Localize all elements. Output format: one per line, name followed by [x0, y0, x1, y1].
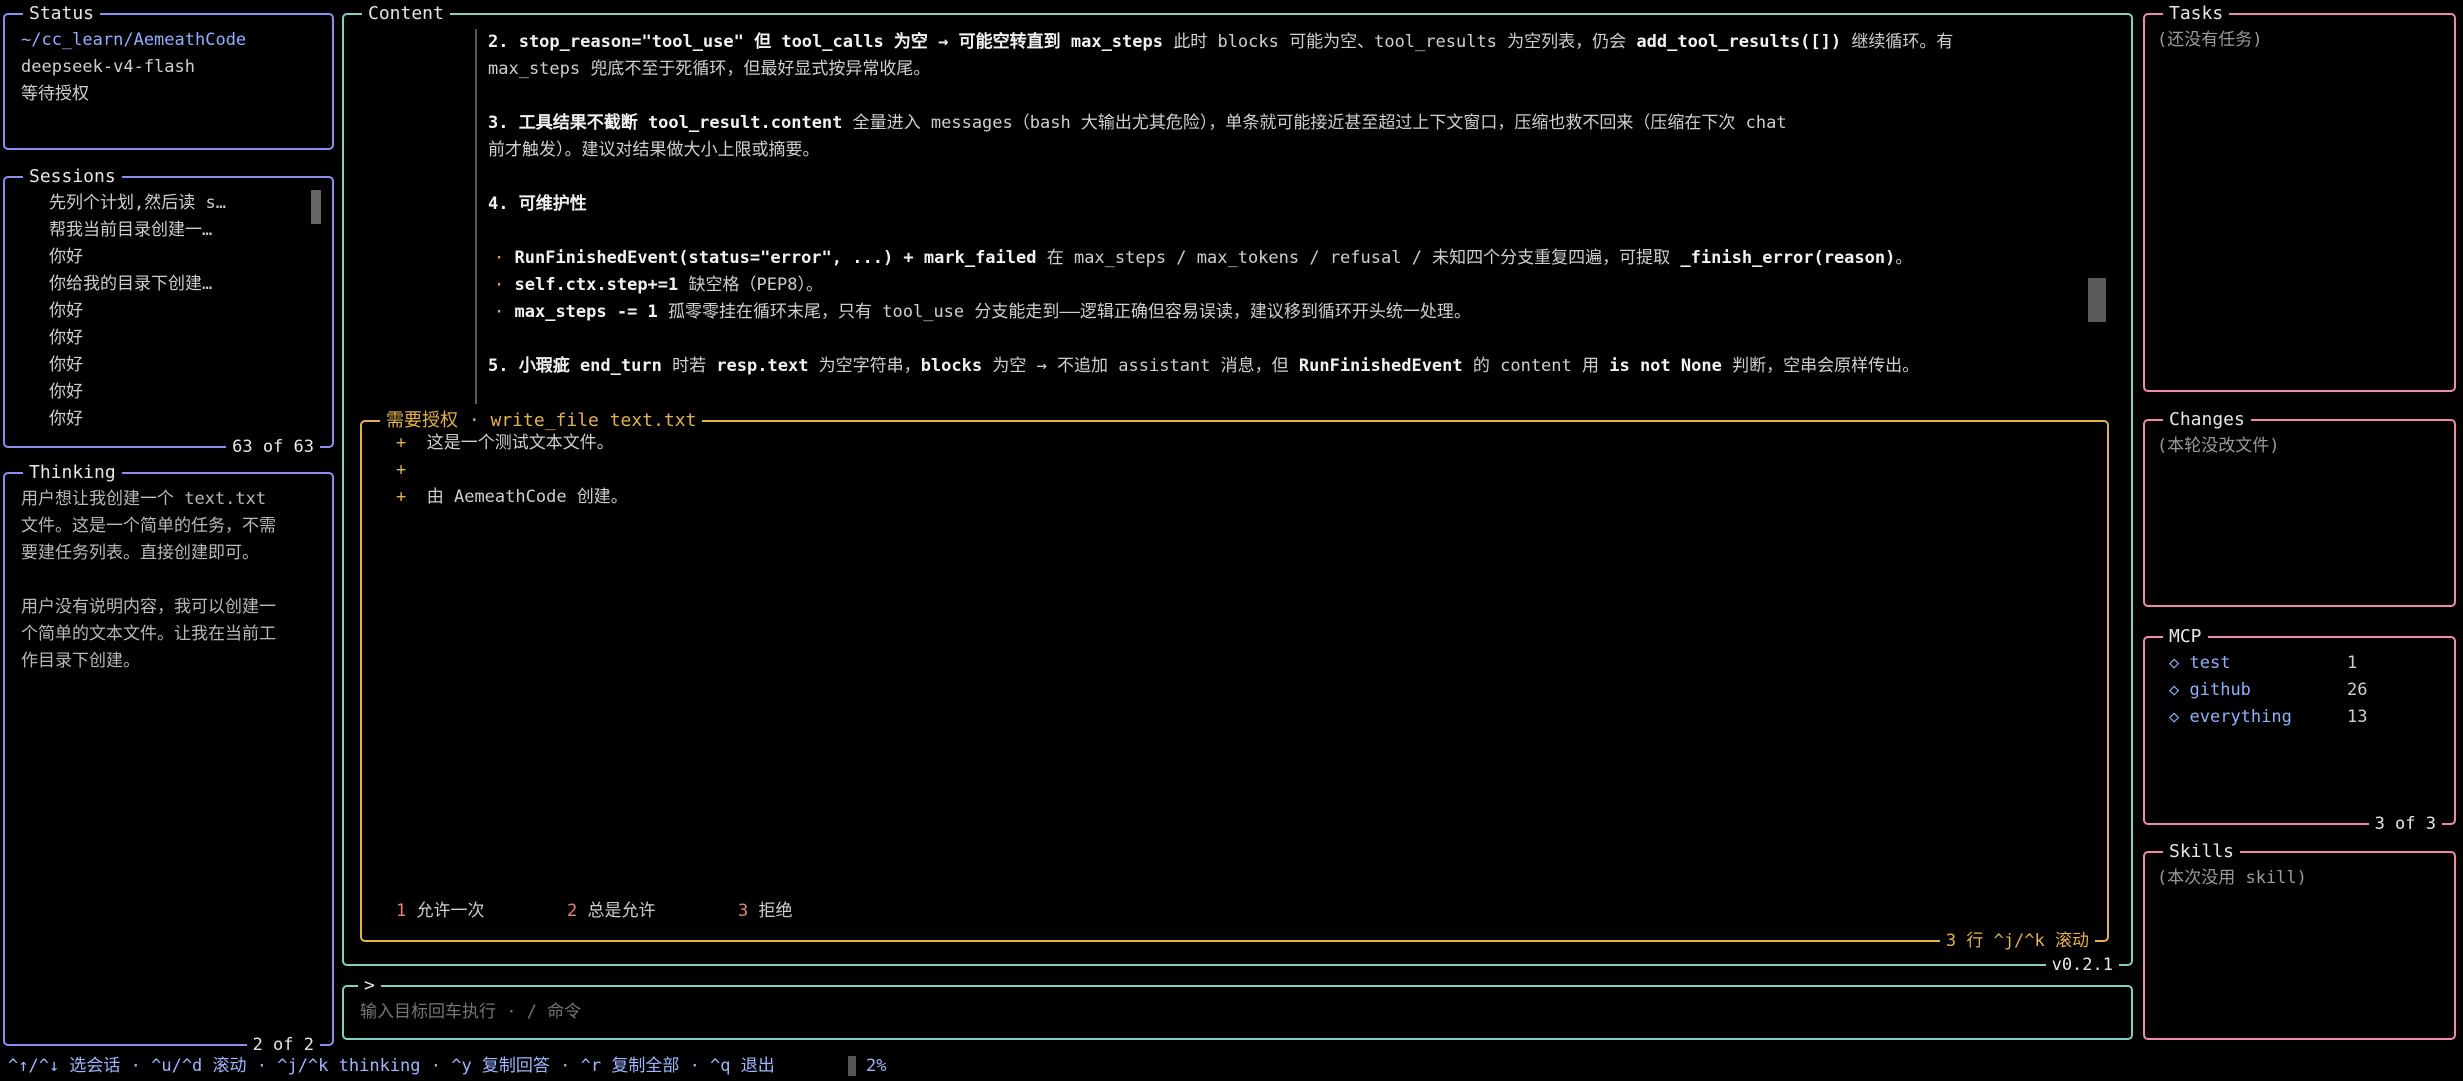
session-item[interactable]: 先列个计划,然后读 s…	[49, 190, 226, 217]
diff-line: +	[396, 460, 407, 480]
content-heading: 4. 可维护性	[488, 194, 587, 214]
mcp-item-count: 26	[2347, 680, 2368, 700]
auth-footer: 3 行 ^j/^k 滚动	[1939, 928, 2095, 955]
sessions-scrollbar[interactable]	[311, 190, 321, 224]
session-item[interactable]: 你好	[49, 406, 83, 433]
content-scrollbar[interactable]	[2088, 278, 2106, 322]
status-panel: Status ~/cc_learn/AemeathCode deepseek-v…	[3, 0, 334, 150]
sessions-title: Sessions	[23, 163, 122, 190]
deny-option[interactable]: 3 拒绝	[738, 898, 793, 925]
thinking-line: 要建任务列表。直接创建即可。	[21, 543, 259, 563]
mcp-item[interactable]: ◇ test	[2169, 650, 2230, 677]
tasks-empty: (还没有任务)	[2157, 30, 2263, 50]
status-model: deepseek-v4-flash	[21, 57, 195, 77]
thinking-title: Thinking	[23, 459, 122, 486]
thinking-panel: Thinking 用户想让我创建一个 text.txt 文件。这是一个简单的任务…	[3, 459, 334, 1059]
sessions-panel: Sessions 先列个计划,然后读 s… 帮我当前目录创建一… 你好 你给我的…	[3, 163, 334, 461]
mcp-count: 3 of 3	[2368, 811, 2442, 838]
content-line: 前才触发）。建议对结果做大小上限或摘要。	[488, 140, 820, 160]
content-line: max_steps 兜底不至于死循环，但最好显式按异常收尾。	[488, 59, 931, 79]
mcp-item-count: 1	[2347, 653, 2358, 673]
changes-title: Changes	[2163, 406, 2251, 433]
status-path: ~/cc_learn/AemeathCode	[21, 30, 247, 50]
session-item[interactable]: 帮我当前目录创建一…	[49, 217, 212, 244]
thinking-line: 作目录下创建。	[21, 651, 140, 671]
content-bullet: · RunFinishedEvent(status="error", ...) …	[494, 248, 1913, 268]
session-item[interactable]: 你给我的目录下创建…	[49, 271, 212, 298]
content-line: 2. stop_reason="tool_use" 但 tool_calls 为…	[488, 32, 1954, 52]
keybinding-hints: ^↑/^↓ 选会话 · ^u/^d 滚动 · ^j/^k thinking · …	[8, 1056, 775, 1076]
sessions-count: 63 of 63	[226, 434, 320, 461]
changes-empty: (本轮没改文件)	[2157, 436, 2280, 456]
status-state: 等待授权	[21, 84, 89, 104]
tasks-title: Tasks	[2163, 0, 2230, 27]
version-label: v0.2.1	[2045, 952, 2119, 979]
session-item[interactable]: 你好	[49, 325, 83, 352]
skills-empty: (本次没用 skill)	[2157, 868, 2307, 888]
content-line: 5. 小瑕疵 end_turn 时若 resp.text 为空字符串，block…	[488, 356, 1920, 376]
diamond-icon: ◇	[2169, 707, 2180, 727]
prompt-panel: >	[342, 972, 2133, 1040]
thinking-line: 用户没有说明内容，我可以创建一	[21, 597, 276, 617]
skills-panel: Skills (本次没用 skill)	[2143, 838, 2456, 1040]
tasks-panel: Tasks (还没有任务)	[2143, 0, 2456, 392]
thinking-line: 文件。这是一个简单的任务，不需	[21, 516, 276, 536]
thinking-line: 用户想让我创建一个 text.txt	[21, 489, 267, 509]
mcp-panel: MCP ◇ test 1 ◇ github 26 ◇ everything 13…	[2143, 623, 2456, 838]
diamond-icon: ◇	[2169, 653, 2180, 673]
status-title: Status	[23, 0, 101, 27]
skills-title: Skills	[2163, 838, 2241, 865]
mcp-item[interactable]: ◇ everything	[2169, 704, 2292, 731]
content-bullet: · max_steps -= 1 孤零零挂在循环末尾，只有 tool_use 分…	[494, 302, 1471, 322]
changes-panel: Changes (本轮没改文件)	[2143, 406, 2456, 607]
session-item[interactable]: 你好	[49, 298, 83, 325]
content-panel: Content 2. stop_reason="tool_use" 但 tool…	[342, 0, 2133, 979]
allow-once-option[interactable]: 1 允许一次	[396, 898, 485, 925]
mcp-title: MCP	[2163, 623, 2208, 650]
authorization-dialog: 需要授权 · write_file text.txt + 这是一个测试文本文件。…	[360, 407, 2109, 955]
progress-label: 2%	[866, 1056, 887, 1076]
session-item[interactable]: 你好	[49, 379, 83, 406]
quote-bar	[475, 29, 477, 404]
content-title: Content	[362, 0, 450, 27]
session-item[interactable]: 你好	[49, 352, 83, 379]
diff-line: + 由 AemeathCode 创建。	[396, 487, 628, 507]
progress-bar	[848, 1056, 856, 1076]
content-bullet: · self.ctx.step+=1 缺空格（PEP8）。	[494, 275, 823, 295]
mcp-item[interactable]: ◇ github	[2169, 677, 2251, 704]
command-input[interactable]	[358, 997, 2102, 1027]
mcp-item-count: 13	[2347, 707, 2368, 727]
diamond-icon: ◇	[2169, 680, 2180, 700]
prompt-caret: >	[358, 972, 381, 999]
thinking-line: 个简单的文本文件。让我在当前工	[21, 624, 276, 644]
session-item[interactable]: 你好	[49, 244, 83, 271]
content-line: 3. 工具结果不截断 tool_result.content 全量进入 mess…	[488, 113, 1787, 133]
diff-line: + 这是一个测试文本文件。	[396, 433, 614, 453]
always-allow-option[interactable]: 2 总是允许	[567, 898, 656, 925]
